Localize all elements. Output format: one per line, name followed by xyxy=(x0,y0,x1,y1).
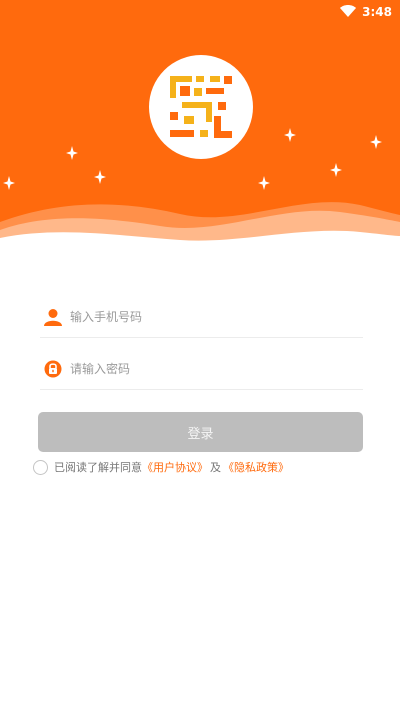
phone-field xyxy=(40,296,363,338)
wifi-icon xyxy=(340,4,357,20)
agreement-prefix: 已阅读了解并同意 xyxy=(54,461,142,474)
sparkle-icon xyxy=(370,135,382,149)
lock-icon xyxy=(42,358,64,380)
password-input[interactable] xyxy=(70,353,340,384)
login-screen: 3:48 输入手机号码 登录 已阅读了解并同意 《用户协议》 及 《隐私政策》 xyxy=(0,0,400,710)
user-icon xyxy=(42,306,64,328)
password-field xyxy=(40,348,363,390)
agreement-row: 已阅读了解并同意 《用户协议》 及 《隐私政策》 xyxy=(33,458,289,476)
user-agreement-link[interactable]: 《用户协议》 xyxy=(142,459,208,475)
sparkle-icon xyxy=(258,176,270,190)
sparkle-icon xyxy=(284,128,296,142)
status-bar: 3:48 xyxy=(0,0,400,24)
status-time: 3:48 xyxy=(362,5,392,19)
sparkle-icon xyxy=(330,163,342,177)
header-banner: 3:48 xyxy=(0,0,400,255)
sparkle-icon xyxy=(94,170,106,184)
sparkle-icon xyxy=(3,176,15,190)
sparkle-icon xyxy=(66,146,78,160)
scan-logo-icon xyxy=(170,76,232,138)
agreement-checkbox[interactable] xyxy=(33,459,48,475)
privacy-policy-link[interactable]: 《隐私政策》 xyxy=(223,459,289,475)
phone-input[interactable] xyxy=(70,301,340,332)
login-button[interactable]: 登录 xyxy=(38,412,363,452)
agreement-conjunction: 及 xyxy=(210,461,221,474)
app-logo xyxy=(149,55,253,159)
